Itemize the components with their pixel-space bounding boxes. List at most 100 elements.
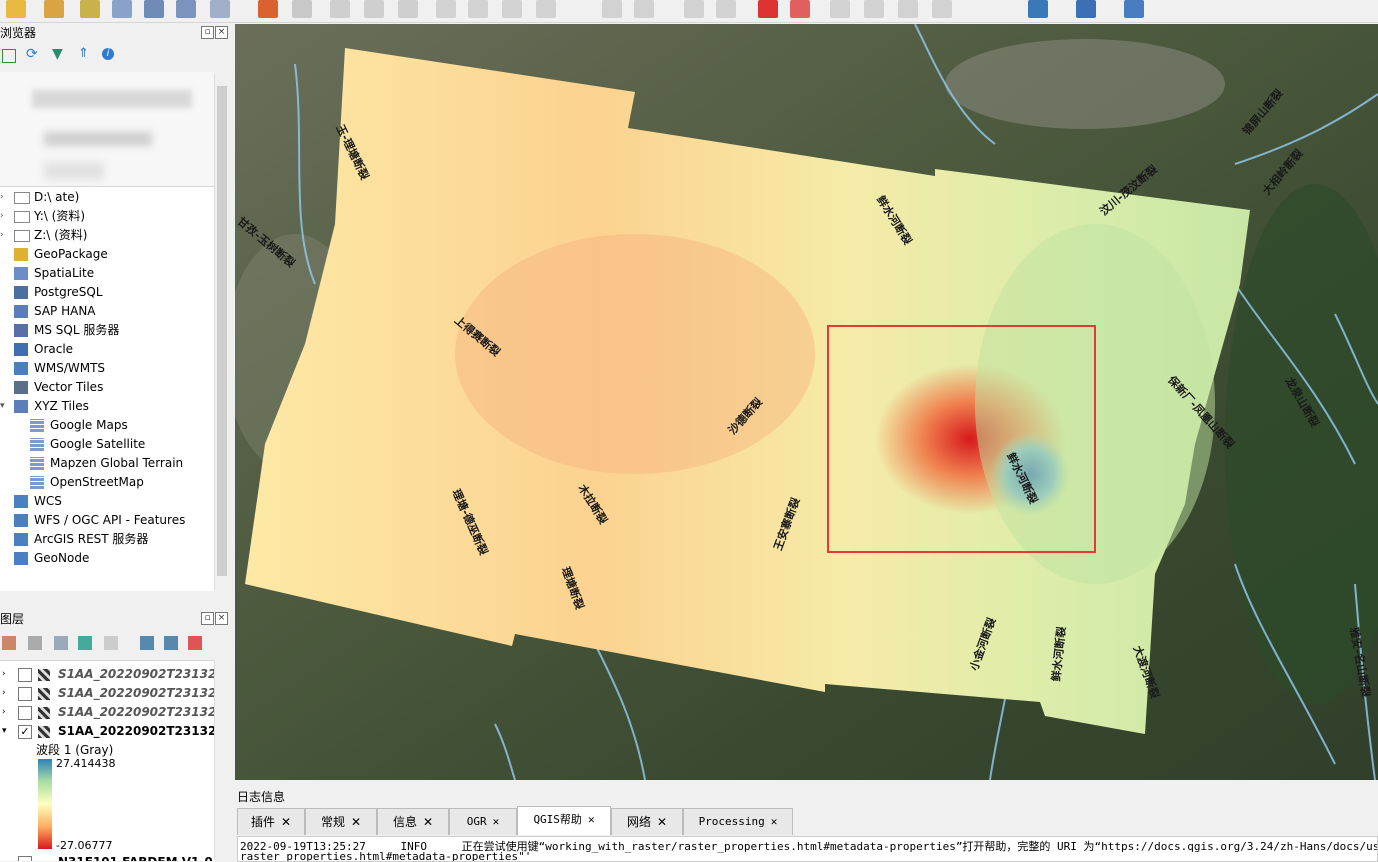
- collapse-icon[interactable]: ⇑: [78, 46, 89, 61]
- tab-plugins[interactable]: 插件 ✕: [237, 808, 305, 835]
- expand-arrow-icon[interactable]: ›: [2, 703, 6, 722]
- layer-visibility-checkbox[interactable]: [18, 856, 32, 861]
- layer-row[interactable]: › S1AA_20220902T231329_2: [0, 665, 214, 684]
- clipboard-icon[interactable]: [536, 0, 556, 18]
- layers-scrollbar[interactable]: [214, 660, 229, 860]
- browser-item[interactable]: SpatiaLite: [0, 264, 214, 283]
- tab-processing[interactable]: Processing ✕: [683, 808, 793, 835]
- move-feature-icon[interactable]: [176, 0, 196, 18]
- layer-row[interactable]: › S1AA_20220902T231329_2: [0, 684, 214, 703]
- eye-icon[interactable]: [54, 636, 68, 650]
- close-layers-button[interactable]: ×: [215, 612, 228, 625]
- change-label-icon[interactable]: [932, 0, 952, 18]
- cut-icon[interactable]: [398, 0, 418, 18]
- browser-scrollbar[interactable]: [214, 74, 229, 590]
- browser-item[interactable]: Mapzen Global Terrain: [0, 454, 214, 473]
- close-tab-icon[interactable]: ✕: [771, 815, 778, 828]
- layer-visibility-checkbox[interactable]: ✓: [18, 725, 32, 739]
- redo-icon[interactable]: [634, 0, 654, 18]
- copy-icon[interactable]: [330, 0, 350, 18]
- tools-icon[interactable]: [1124, 0, 1144, 18]
- layer-visibility-checkbox[interactable]: [18, 687, 32, 701]
- info-icon[interactable]: i: [102, 48, 114, 60]
- tab-ogr[interactable]: OGR ✕: [449, 808, 517, 835]
- rotate-label-icon[interactable]: [898, 0, 918, 18]
- scissors-icon[interactable]: [502, 0, 522, 18]
- browser-item[interactable]: GeoPackage: [0, 245, 214, 264]
- close-tab-icon[interactable]: ✕: [351, 815, 361, 829]
- table-icon[interactable]: [436, 0, 456, 18]
- refresh-icon[interactable]: ⟳: [26, 46, 38, 62]
- float-panel-button[interactable]: ▫: [201, 26, 214, 39]
- edit-pencil-icon[interactable]: [112, 0, 132, 18]
- record-icon[interactable]: [758, 0, 778, 18]
- python-icon[interactable]: [1028, 0, 1048, 18]
- browser-item[interactable]: MS SQL 服务器: [0, 321, 214, 340]
- expand-all-icon[interactable]: [140, 636, 154, 650]
- browser-item[interactable]: Google Maps: [0, 416, 214, 435]
- label-icon[interactable]: [684, 0, 704, 18]
- expression-icon[interactable]: [104, 636, 118, 650]
- add-group-icon[interactable]: [28, 636, 42, 650]
- expand-arrow-icon[interactable]: ›: [2, 684, 6, 703]
- collapse-all-icon[interactable]: [164, 636, 178, 650]
- browser-item[interactable]: GeoNode: [0, 549, 214, 568]
- browser-item[interactable]: Google Satellite: [0, 435, 214, 454]
- expand-arrow-icon[interactable]: ›: [0, 207, 4, 226]
- add-feature-icon[interactable]: [144, 0, 164, 18]
- layer-visibility-checkbox[interactable]: [18, 668, 32, 682]
- browser-item[interactable]: PostgreSQL: [0, 283, 214, 302]
- add-selected-icon[interactable]: [2, 49, 16, 63]
- remove-layer-icon[interactable]: [188, 636, 202, 650]
- tab-general[interactable]: 常规 ✕: [305, 808, 377, 835]
- new-package-icon[interactable]: [44, 0, 64, 18]
- browser-item[interactable]: WFS / OGC API - Features: [0, 511, 214, 530]
- expand-arrow-icon[interactable]: ›: [0, 188, 4, 207]
- close-panel-button[interactable]: ×: [215, 26, 228, 39]
- diagram-icon[interactable]: [830, 0, 850, 18]
- delete-icon[interactable]: [468, 0, 488, 18]
- help-icon[interactable]: [1076, 0, 1096, 18]
- expand-arrow-icon[interactable]: ›: [0, 226, 4, 245]
- paste-icon[interactable]: [364, 0, 384, 18]
- map-canvas[interactable]: 玉-理塘断裂 鲜水河断裂 汶川-茂汶断裂 上得赛断裂 沙德断裂 理塘-德巫断裂 …: [235, 24, 1378, 780]
- browser-item[interactable]: WCS: [0, 492, 214, 511]
- browser-item[interactable]: ArcGIS REST 服务器: [0, 530, 214, 549]
- browser-item[interactable]: OpenStreetMap: [0, 473, 214, 492]
- node-tool-icon[interactable]: [210, 0, 230, 18]
- browser-item[interactable]: SAP HANA: [0, 302, 214, 321]
- collapse-arrow-icon[interactable]: ▾: [0, 397, 5, 416]
- layer-row[interactable]: › S1AA_20220902T231329_2: [0, 703, 214, 722]
- digitize-icon[interactable]: [258, 0, 278, 18]
- layer-row[interactable]: ▾ ✓ S1AA_20220902T231329_2: [0, 722, 214, 741]
- close-tab-icon[interactable]: ✕: [657, 815, 667, 829]
- browser-item[interactable]: › Y:\ (资料): [0, 207, 214, 226]
- filter-icon[interactable]: ▼: [52, 46, 63, 62]
- show-hide-icon[interactable]: [864, 0, 884, 18]
- collapse-arrow-icon[interactable]: ▾: [2, 722, 7, 741]
- browser-item[interactable]: WMS/WMTS: [0, 359, 214, 378]
- close-tab-icon[interactable]: ✕: [423, 815, 433, 829]
- label-abc-icon[interactable]: [790, 0, 810, 18]
- pencil-icon[interactable]: [292, 0, 312, 18]
- browser-item[interactable]: Vector Tiles: [0, 378, 214, 397]
- style-icon[interactable]: [2, 636, 16, 650]
- close-tab-icon[interactable]: ✕: [493, 815, 500, 828]
- tab-network[interactable]: 网络 ✕: [611, 808, 683, 835]
- tab-qgis-help[interactable]: QGIS帮助 ✕: [517, 806, 611, 835]
- add-layer-icon[interactable]: [6, 0, 26, 18]
- browser-item[interactable]: Oracle: [0, 340, 214, 359]
- browser-item[interactable]: ▾ XYZ Tiles: [0, 397, 214, 416]
- vertex-icon[interactable]: [80, 0, 100, 18]
- undo-icon[interactable]: [602, 0, 622, 18]
- filter-legend-icon[interactable]: [78, 636, 92, 650]
- close-tab-icon[interactable]: ✕: [588, 813, 595, 826]
- tab-info[interactable]: 信息 ✕: [377, 808, 449, 835]
- browser-item[interactable]: › D:\ ate): [0, 188, 214, 207]
- float-layers-button[interactable]: ▫: [201, 612, 214, 625]
- browser-item[interactable]: › Z:\ (资料): [0, 226, 214, 245]
- close-tab-icon[interactable]: ✕: [281, 815, 291, 829]
- layer-visibility-checkbox[interactable]: [18, 706, 32, 720]
- label-pin-icon[interactable]: [716, 0, 736, 18]
- expand-arrow-icon[interactable]: ›: [2, 665, 6, 684]
